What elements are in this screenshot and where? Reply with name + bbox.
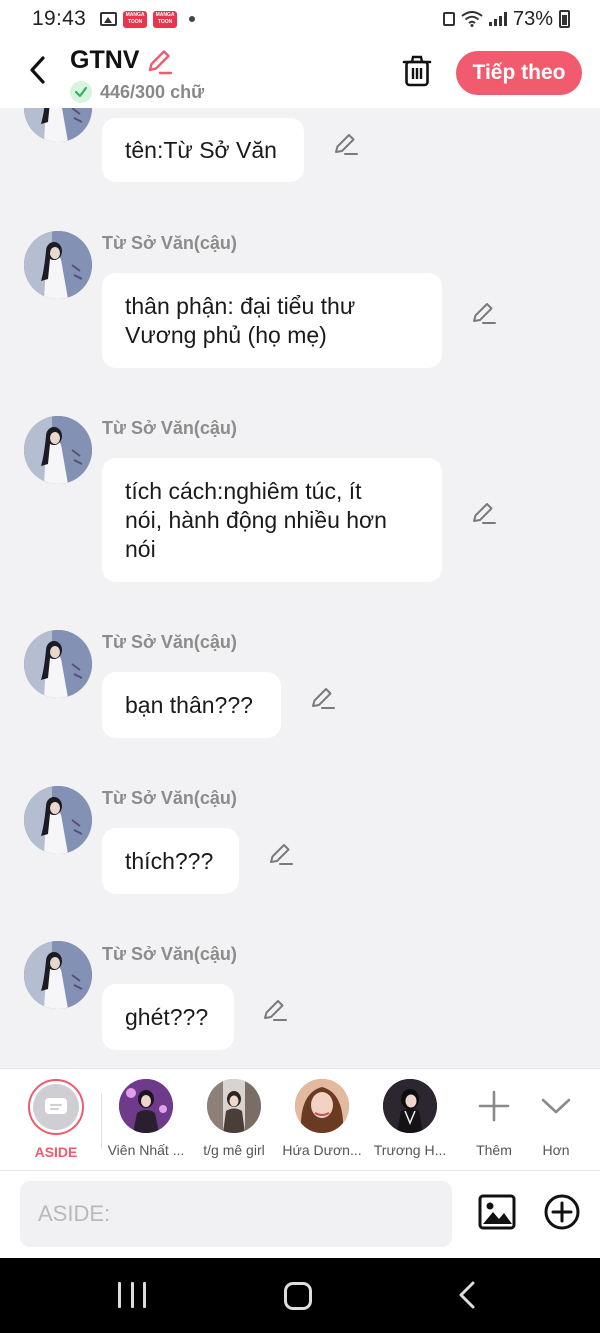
expand-label: Hơn [542,1142,570,1158]
edit-message-icon[interactable] [333,130,359,156]
status-right: 73% [442,7,570,31]
character-item[interactable]: t/g mê girl [188,1079,280,1158]
gallery-notification-icon [100,12,118,26]
edit-message-icon[interactable] [262,996,288,1022]
notification-icons: MANGA TOON MANGA TOON [100,10,196,28]
trash-icon [402,55,432,87]
mangatoon-notification-icon-2: MANGA TOON [153,10,178,28]
message-text: bạn thân??? [125,691,253,718]
avatar[interactable] [24,231,92,299]
wifi-icon [461,11,483,27]
aside-avatar [28,1079,84,1135]
header: GTNV 446/300 chữ Tiếp theo [0,38,600,108]
character-aside[interactable]: ASIDE [10,1079,102,1160]
edit-message-icon[interactable] [268,840,294,866]
insert-image-button[interactable] [478,1193,516,1231]
avatar[interactable] [24,786,92,854]
signal-icon [488,12,507,26]
battery-icon [559,10,570,28]
home-button[interactable] [284,1282,312,1310]
word-count: 446/300 chữ [100,81,205,102]
edit-message-icon[interactable] [471,499,497,525]
plus-circle-icon [544,1194,580,1230]
character-avatar [383,1079,437,1133]
chat-list[interactable]: tên:Từ Sở Văn Từ Sở Văn(cậu) thân phận: … [0,108,600,1068]
message-bubble[interactable]: tên:Từ Sở Văn [102,118,304,182]
character-avatar [119,1079,173,1133]
avatar[interactable] [24,941,92,1009]
character-label: t/g mê girl [203,1142,265,1158]
sender-name: Từ Sở Văn(cậu) [102,788,237,808]
character-item[interactable]: Viên Nhất ... [100,1079,192,1158]
page-title: GTNV [70,46,140,74]
mangatoon-notification-icon: MANGA TOON [123,10,148,28]
input-area [0,1170,600,1258]
sender-name: Từ Sở Văn(cậu) [102,233,237,253]
next-button[interactable]: Tiếp theo [456,51,582,95]
character-label: Trương H... [373,1142,447,1158]
vpn-lock-icon [442,12,455,26]
system-back-button[interactable] [455,1280,479,1310]
back-button[interactable] [22,52,52,88]
more-notifications-dot-icon [189,16,196,22]
plus-icon [478,1090,510,1122]
character-label: Viên Nhất ... [107,1142,185,1158]
message-text: ghét??? [125,1003,209,1030]
sender-name: Từ Sở Văn(cậu) [102,418,237,438]
avatar[interactable] [24,630,92,698]
sender-name: Từ Sở Văn(cậu) [102,632,237,652]
avatar[interactable] [24,108,92,142]
system-nav-bar [0,1258,600,1333]
edit-message-icon[interactable] [471,299,497,325]
message-input[interactable] [20,1181,452,1247]
chat-bubble-icon [45,1098,67,1114]
status-time: 19:43 [32,7,87,30]
add-button[interactable] [543,1193,581,1231]
message-text: tích cách:nghiêm túc, ít nói, hành động … [125,477,387,562]
character-label: ASIDE [34,1144,78,1160]
battery-percent: 73% [512,7,553,30]
message-text: thân phận: đại tiểu thư Vương phủ (họ mẹ… [125,292,356,348]
message-bubble[interactable]: bạn thân??? [102,672,281,738]
message-bubble[interactable]: thích??? [102,828,239,894]
image-icon [478,1194,516,1230]
expand-characters-button[interactable]: Hơn [510,1079,600,1158]
edit-message-icon[interactable] [310,684,336,710]
message-bubble[interactable]: ghét??? [102,984,234,1050]
character-item[interactable]: Trương H... [364,1079,456,1158]
delete-button[interactable] [402,54,432,88]
character-avatar [207,1079,261,1133]
character-item[interactable]: Hứa Dươn... [276,1079,368,1158]
sender-name: Từ Sở Văn(cậu) [102,944,237,964]
title-area: GTNV 446/300 chữ [70,46,204,103]
avatar[interactable] [24,416,92,484]
check-icon [70,81,92,103]
chevron-down-icon [541,1098,571,1114]
message-text: thích??? [125,847,214,874]
character-label: Hứa Dươn... [282,1142,362,1158]
chevron-left-icon [30,56,45,84]
message-bubble[interactable]: thân phận: đại tiểu thư Vương phủ (họ mẹ… [102,273,442,368]
character-bar: ASIDE Viên Nhất ... t/g mê girl Hứa Dươn… [0,1068,600,1170]
recents-button[interactable] [118,1282,146,1308]
character-avatar [295,1079,349,1133]
message-bubble[interactable]: tích cách:nghiêm túc, ít nói, hành động … [102,458,442,582]
message-text: tên:Từ Sở Văn [125,136,277,163]
status-bar: 19:43 MANGA TOON MANGA TOON 73% [0,0,600,38]
edit-title-icon[interactable] [145,47,173,75]
back-arrow-icon [459,1281,475,1309]
